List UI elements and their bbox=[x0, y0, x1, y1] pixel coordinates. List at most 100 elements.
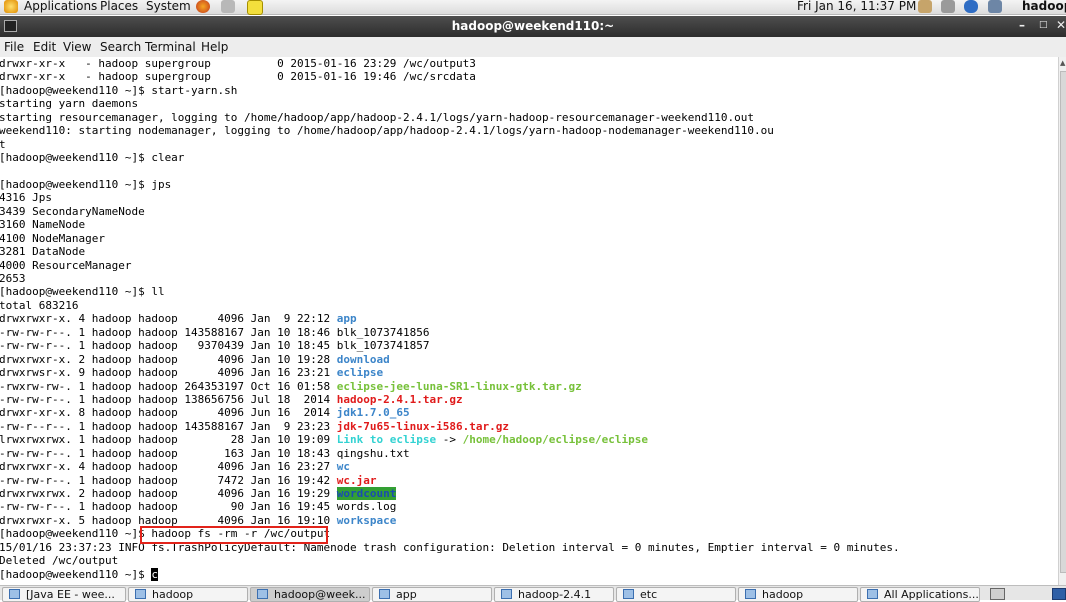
taskbar: [Java EE - wee... hadoop hadoop@week... app… bbox=[0, 585, 1066, 602]
clock[interactable]: Fri Jan 16, 11:37 PM bbox=[797, 0, 916, 13]
folder-icon bbox=[745, 589, 756, 599]
terminal-text: drwxrwxr-x. 2 hadoop hadoop 4096 Jan 10 … bbox=[0, 352, 337, 366]
terminal-cursor: c bbox=[151, 567, 158, 581]
terminal-line: [hadoop@weekend110 ~]$ clear bbox=[0, 151, 900, 164]
maximize-button[interactable]: □ bbox=[1039, 20, 1048, 30]
taskbar-item[interactable]: hadoop bbox=[128, 587, 248, 602]
highlight-box bbox=[140, 526, 328, 544]
taskbar-item[interactable]: app bbox=[372, 587, 492, 602]
terminal-line: -rw-rw-r--. 1 hadoop hadoop 9370439 Jan … bbox=[0, 339, 900, 352]
terminal-line: starting resourcemanager, logging to /ho… bbox=[0, 111, 900, 124]
terminal-scrollbar[interactable]: ▲ bbox=[1058, 57, 1066, 585]
minimize-button[interactable]: – bbox=[1019, 18, 1025, 32]
terminal-line: drwxrwxr-x. 4 hadoop hadoop 4096 Jan 9 2… bbox=[0, 312, 900, 325]
close-button[interactable]: ✕ bbox=[1056, 18, 1066, 32]
update-icon[interactable] bbox=[918, 0, 932, 13]
taskbar-item[interactable]: hadoop bbox=[738, 587, 858, 602]
terminal-text: drwxrwxr-x. 4 hadoop hadoop 4096 Jan 9 2… bbox=[0, 312, 337, 326]
terminal-line: -rw-rw-r--. 1 hadoop hadoop 143588167 Ja… bbox=[0, 326, 900, 339]
workspace-switcher-icon[interactable] bbox=[1052, 588, 1066, 600]
taskbar-item-label: hadoop bbox=[762, 588, 804, 601]
volume-icon[interactable] bbox=[941, 0, 955, 13]
user-name[interactable]: hadoop bbox=[1022, 0, 1066, 13]
terminal-text: jdk1.7.0_65 bbox=[336, 406, 410, 420]
terminal-icon bbox=[257, 589, 268, 599]
terminal-text: starting resourcemanager, logging to /ho… bbox=[0, 110, 754, 124]
terminal-line: [hadoop@weekend110 ~]$ hadoop fs -rm -r … bbox=[0, 527, 900, 540]
show-desktop-icon[interactable] bbox=[990, 588, 1005, 600]
taskbar-item-label: hadoop bbox=[152, 588, 194, 601]
taskbar-item[interactable]: etc bbox=[616, 587, 736, 602]
terminal-text: -rwxrw-rw-. 1 hadoop hadoop 264353197 Oc… bbox=[0, 379, 337, 393]
folder-icon bbox=[623, 589, 634, 599]
eclipse-icon bbox=[9, 589, 20, 599]
scroll-up-arrow[interactable]: ▲ bbox=[1060, 59, 1065, 67]
firefox-icon[interactable] bbox=[196, 0, 210, 13]
terminal-text: drwxr-xr-x - hadoop supergroup 0 2015-01… bbox=[0, 57, 476, 70]
terminal-line: 3160 NameNode bbox=[0, 218, 900, 231]
menu-help[interactable]: Help bbox=[201, 40, 228, 54]
terminal-line: Deleted /wc/output bbox=[0, 554, 900, 567]
terminal-line: t bbox=[0, 138, 900, 151]
terminal-text: drwxr-xr-x. 8 hadoop hadoop 4096 Jun 16 … bbox=[0, 406, 337, 420]
notes-icon[interactable] bbox=[247, 0, 263, 15]
terminal-text: drwxrwsr-x. 9 hadoop hadoop 4096 Jan 16 … bbox=[0, 366, 337, 380]
terminal-text: drwxrwxr-x. 4 hadoop hadoop 4096 Jan 16 … bbox=[0, 460, 337, 474]
menu-search[interactable]: Search bbox=[100, 40, 141, 54]
terminal-text: 3439 SecondaryNameNode bbox=[0, 204, 145, 218]
bluetooth-icon[interactable] bbox=[964, 0, 978, 13]
terminal-output[interactable]: drwxr-xr-x - hadoop supergroup 0 2015-01… bbox=[0, 57, 1058, 585]
terminal-line: [hadoop@weekend110 ~]$ jps bbox=[0, 178, 900, 191]
terminal-text: drwxrwxr-x. 5 hadoop hadoop 4096 Jan 16 … bbox=[0, 513, 337, 527]
terminal-line: 2653 bbox=[0, 272, 900, 285]
terminal-text: -rw-rw-r--. 1 hadoop hadoop 143588167 Ja… bbox=[0, 325, 430, 339]
applications-menu[interactable]: Applications bbox=[24, 0, 97, 13]
terminal-line: 4100 NodeManager bbox=[0, 232, 900, 245]
terminal-text: [hadoop@weekend110 ~]$ bbox=[0, 567, 152, 581]
terminal-line: -rw-rw-r--. 1 hadoop hadoop 163 Jan 10 1… bbox=[0, 447, 900, 460]
taskbar-item[interactable]: All Applications... bbox=[860, 587, 980, 602]
folder-icon bbox=[501, 589, 512, 599]
terminal-text: wordcount bbox=[336, 487, 397, 500]
menu-file[interactable]: File bbox=[4, 40, 24, 54]
terminal-text: wc bbox=[336, 460, 351, 474]
terminal-text: wc.jar bbox=[336, 473, 377, 487]
menu-view[interactable]: View bbox=[63, 40, 91, 54]
taskbar-item[interactable]: [Java EE - wee... bbox=[2, 587, 126, 602]
terminal-text: -rw-rw-r--. 1 hadoop hadoop 7472 Jan 16 … bbox=[0, 473, 337, 487]
gnome-foot-icon[interactable] bbox=[4, 0, 18, 13]
scroll-thumb[interactable] bbox=[1060, 71, 1066, 573]
terminal-text: total 683216 bbox=[0, 298, 79, 312]
terminal-text: Link to eclipse bbox=[336, 433, 437, 447]
terminal-text: 4100 NodeManager bbox=[0, 231, 105, 245]
taskbar-item[interactable]: hadoop@week... bbox=[250, 587, 370, 602]
taskbar-item-label: hadoop@week... bbox=[274, 588, 366, 601]
terminal-line: starting yarn daemons bbox=[0, 97, 900, 110]
taskbar-item-label: All Applications... bbox=[884, 588, 979, 601]
terminal-text: -rw-rw-r--. 1 hadoop hadoop 138656756 Ju… bbox=[0, 392, 337, 406]
window-titlebar[interactable]: hadoop@weekend110:~ – □ ✕ bbox=[0, 16, 1066, 37]
menu-terminal[interactable]: Terminal bbox=[145, 40, 196, 54]
terminal-text: 4316 Jps bbox=[0, 191, 52, 205]
network-icon[interactable] bbox=[221, 0, 235, 13]
terminal-text: jdk-7u65-linux-i586.tar.gz bbox=[336, 419, 509, 433]
terminal-text: [hadoop@weekend110 ~]$ start-yarn.sh bbox=[0, 83, 238, 97]
system-menu[interactable]: System bbox=[146, 0, 191, 13]
taskbar-item[interactable]: hadoop-2.4.1 bbox=[494, 587, 614, 602]
places-menu[interactable]: Places bbox=[100, 0, 138, 13]
terminal-line: drwxrwxr-x. 2 hadoop hadoop 4096 Jan 10 … bbox=[0, 353, 900, 366]
window-title: hadoop@weekend110:~ bbox=[451, 19, 615, 33]
terminal-text: weekend110: starting nodemanager, loggin… bbox=[0, 124, 774, 138]
terminal-text: starting yarn daemons bbox=[0, 97, 139, 111]
terminal-lines: drwxr-xr-x - hadoop supergroup 0 2015-01… bbox=[0, 57, 900, 581]
folder-icon bbox=[379, 589, 390, 599]
display-icon[interactable] bbox=[988, 0, 1002, 13]
terminal-line: -rw-rw-r--. 1 hadoop hadoop 7472 Jan 16 … bbox=[0, 474, 900, 487]
terminal-text: eclipse-jee-luna-SR1-linux-gtk.tar.gz bbox=[336, 379, 582, 393]
terminal-line: drwxrwsr-x. 9 hadoop hadoop 4096 Jan 16 … bbox=[0, 366, 900, 379]
menu-edit[interactable]: Edit bbox=[33, 40, 56, 54]
terminal-text: Deleted /wc/output bbox=[0, 554, 119, 568]
terminal-menubar: File Edit View Search Terminal Help bbox=[0, 37, 1066, 58]
terminal-text: download bbox=[336, 352, 390, 366]
